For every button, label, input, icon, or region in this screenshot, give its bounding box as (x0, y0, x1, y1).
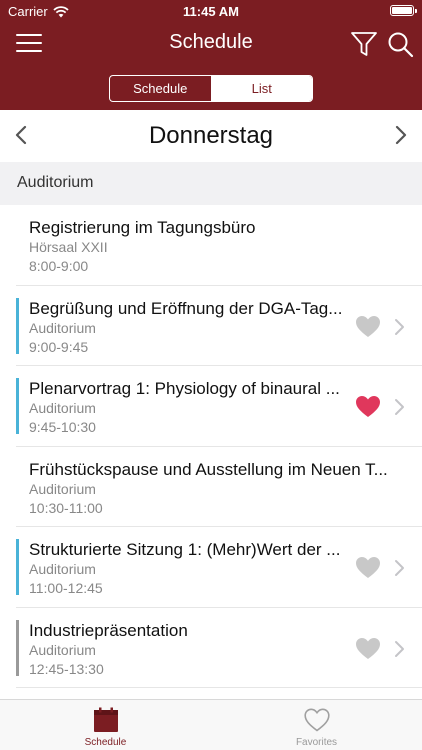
event-title: Frühstückspause und Ausstellung im Neuen… (29, 459, 388, 479)
category-bar (16, 619, 19, 676)
calendar-icon (93, 707, 118, 732)
list-item[interactable]: Industriepräsentation Auditorium 12:45-1… (16, 608, 422, 688)
chevron-right-icon (395, 560, 404, 576)
event-time: 9:00-9:45 (29, 338, 89, 355)
event-room: Auditorium (29, 480, 96, 497)
tab-favorites[interactable]: Favorites (211, 700, 422, 750)
tab-label: Schedule (84, 737, 127, 748)
heart-icon[interactable] (355, 315, 381, 338)
event-title: Industriepräsentation (29, 620, 188, 640)
event-room: Auditorium (29, 319, 96, 336)
day-title: Donnerstag (148, 122, 274, 149)
chevron-right-icon (395, 399, 404, 415)
event-title: Begrüßung und Eröffnung der DGA-Tag... (29, 298, 343, 318)
event-time: 11:00-12:45 (29, 580, 103, 596)
heart-filled-icon[interactable] (355, 395, 381, 418)
event-title: Registrierung im Tagungsbüro (29, 218, 256, 237)
category-bar (16, 539, 19, 595)
tab-label: Favorites (295, 737, 338, 748)
event-time: 12:45-13:30 (29, 660, 104, 677)
section-header: Auditorium (0, 162, 422, 205)
status-time: 11:45 AM (183, 4, 239, 19)
status-bar: Carrier 11:45 AM (0, 0, 422, 22)
list-item[interactable]: Registrierung im Tagungsbüro Hörsaal XXI… (16, 205, 422, 286)
event-room: Auditorium (29, 561, 96, 577)
tab-bar: Schedule Favorites (0, 699, 422, 750)
header: Carrier 11:45 AM Schedule Schedule List (0, 0, 422, 110)
event-room: Auditorium (29, 641, 96, 658)
heart-icon[interactable] (355, 556, 381, 579)
filter-icon[interactable] (350, 30, 378, 58)
list-item[interactable]: Plenarvortrag 1: Physiology of binaural … (16, 366, 422, 447)
category-bar (16, 378, 19, 434)
event-time: 8:00-9:00 (29, 258, 89, 274)
tab-schedule[interactable]: Schedule (0, 700, 211, 750)
event-time: 9:45-10:30 (29, 419, 96, 435)
list-item[interactable]: Strukturierte Sitzung 1: (Mehr)Wert der … (16, 527, 422, 608)
heart-icon (303, 708, 330, 732)
view-segmented-control: Schedule List (109, 75, 313, 102)
event-list: Registrierung im Tagungsbüro Hörsaal XXI… (0, 205, 422, 688)
day-selector: Donnerstag (0, 110, 422, 162)
list-item[interactable]: Begrüßung und Eröffnung der DGA-Tag... A… (16, 286, 422, 366)
chevron-right-icon[interactable] (387, 122, 413, 148)
category-bar (16, 297, 19, 354)
event-room: Auditorium (29, 400, 96, 416)
event-room: Hörsaal XXII (29, 239, 108, 255)
navbar: Schedule (0, 22, 422, 66)
chevron-right-icon (395, 318, 404, 335)
segment-list[interactable]: List (211, 76, 312, 101)
list-item[interactable]: Frühstückspause und Ausstellung im Neuen… (16, 447, 422, 527)
event-time: 10:30-11:00 (29, 499, 103, 516)
segment-schedule[interactable]: Schedule (110, 76, 212, 101)
search-icon[interactable] (386, 30, 414, 58)
event-title: Strukturierte Sitzung 1: (Mehr)Wert der … (29, 540, 341, 559)
chevron-right-icon (395, 640, 404, 657)
event-title: Plenarvortrag 1: Physiology of binaural … (29, 379, 340, 398)
section-title: Auditorium (17, 174, 94, 191)
heart-icon[interactable] (355, 637, 381, 660)
battery-icon (390, 5, 417, 16)
